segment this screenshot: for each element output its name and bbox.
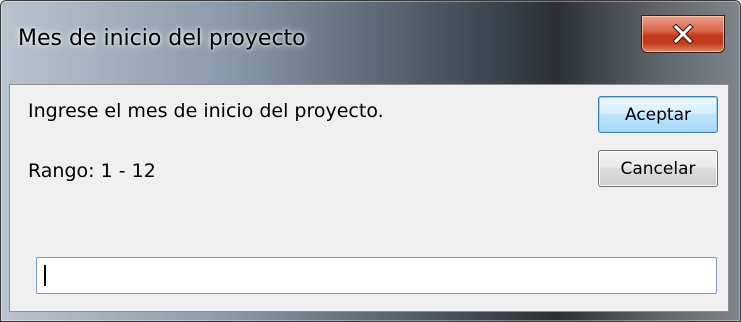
window-title: Mes de inicio del proyecto — [18, 26, 306, 51]
close-x-icon — [672, 24, 694, 44]
prompt-label: Ingrese el mes de inicio del proyecto. — [28, 100, 384, 122]
title-bar[interactable]: Mes de inicio del proyecto — [1, 1, 740, 85]
close-button[interactable] — [641, 15, 725, 53]
text-caret — [44, 265, 46, 286]
cancel-button[interactable]: Cancelar — [598, 150, 718, 187]
range-label: Rango: 1 - 12 — [28, 160, 156, 182]
accept-button[interactable]: Aceptar — [598, 96, 718, 133]
month-input[interactable] — [36, 257, 717, 294]
